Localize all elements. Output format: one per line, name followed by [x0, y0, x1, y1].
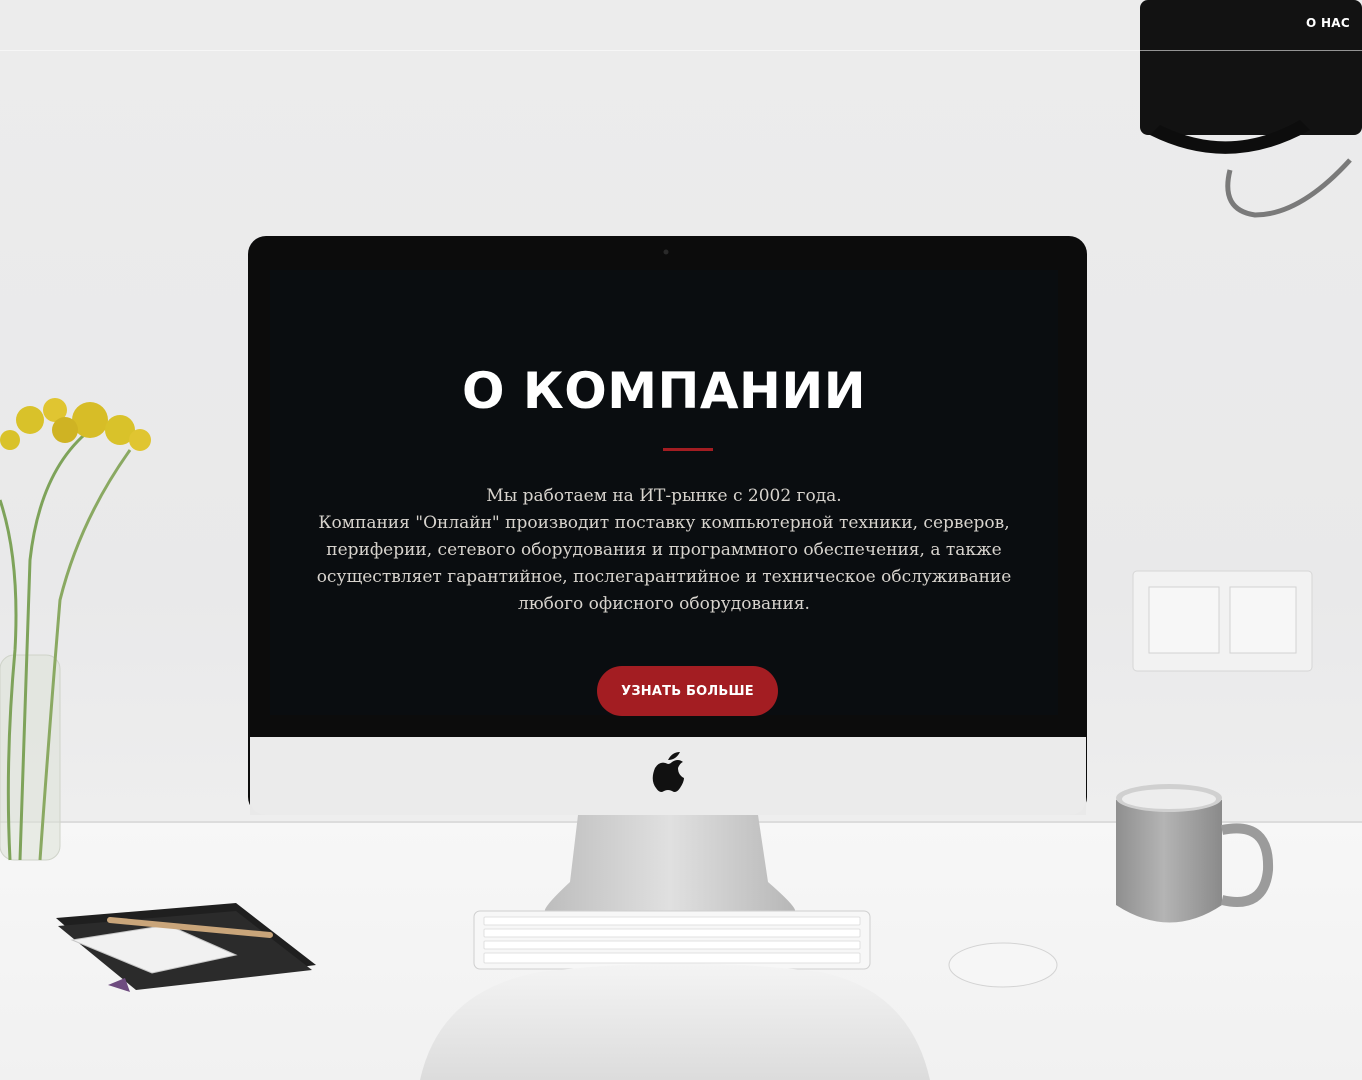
flower-vase: [0, 398, 151, 861]
description-line-1: Мы работаем на ИТ-рынке с 2002 года.: [486, 486, 842, 506]
top-navigation-bar: О НАС: [0, 0, 1362, 51]
mouse: [948, 942, 1058, 988]
learn-more-button[interactable]: УЗНАТЬ БОЛЬШЕ: [597, 666, 778, 716]
title-divider: [663, 448, 713, 451]
hero-section: О НАС О КОМПАНИИ Мы работаем на ИТ-рынке…: [0, 0, 1362, 1080]
nav-link-about[interactable]: О НАС: [1306, 16, 1350, 30]
company-description: Мы работаем на ИТ-рынке с 2002 года. Ком…: [290, 483, 1038, 618]
description-line-4: осуществляет гарантийное, послегарантийн…: [316, 567, 1012, 587]
page-title: О КОМПАНИИ: [461, 362, 867, 420]
monitor-screen-content: О КОМПАНИИ Мы работаем на ИТ-рынке с 200…: [270, 270, 1058, 716]
keyboard: [473, 910, 871, 970]
light-switch: [1132, 570, 1313, 672]
description-line-2: Компания "Онлайн" производит поставку ко…: [318, 513, 1010, 533]
description-line-3: периферии, сетевого оборудования и прогр…: [326, 540, 1002, 560]
description-line-5: любого офисного оборудования.: [518, 594, 810, 614]
